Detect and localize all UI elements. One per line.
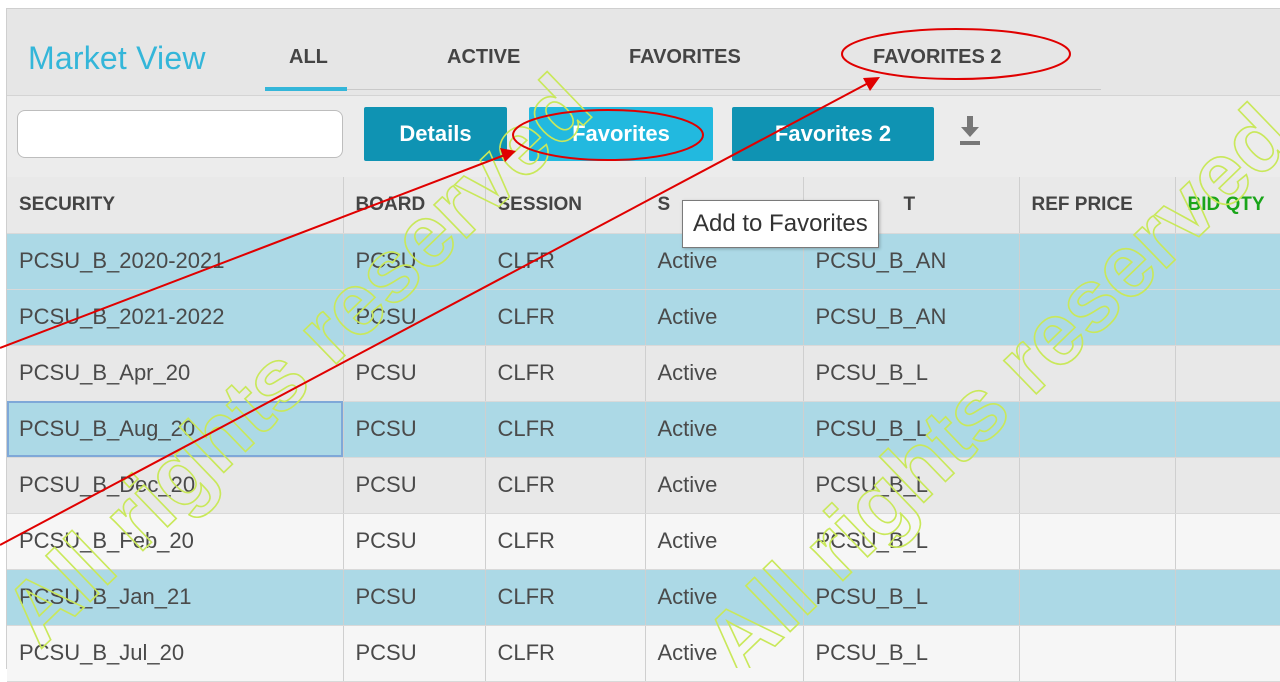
cell-board[interactable]: PCSU <box>343 457 486 514</box>
cell-session[interactable]: CLFR <box>485 569 646 626</box>
table-row[interactable]: PCSU_B_2021-2022 PCSU CLFR Active PCSU_B… <box>7 289 1280 346</box>
download-icon[interactable] <box>958 114 982 148</box>
column-header-ref-price[interactable]: REF PRICE <box>1019 177 1176 234</box>
column-header-bid-qty[interactable]: BID QTY <box>1175 177 1280 234</box>
cell-board[interactable]: PCSU <box>343 625 486 682</box>
cell-board[interactable]: PCSU <box>343 345 486 402</box>
active-tab-indicator <box>265 87 347 91</box>
cell-product[interactable]: PCSU_B_L <box>803 569 1020 626</box>
cell-security[interactable]: PCSU_B_Feb_20 <box>7 513 344 570</box>
cell-status[interactable]: Active <box>645 625 804 682</box>
cell-ref-price[interactable] <box>1019 569 1176 626</box>
cell-security[interactable]: PCSU_B_2020-2021 <box>7 233 344 290</box>
cell-ref-price[interactable] <box>1019 625 1176 682</box>
cell-ref-price[interactable] <box>1019 401 1176 458</box>
page-title: Market View <box>28 40 206 76</box>
cell-product[interactable]: PCSU_B_L <box>803 513 1020 570</box>
cell-session[interactable]: CLFR <box>485 513 646 570</box>
cell-board[interactable]: PCSU <box>343 513 486 570</box>
table-header-row: SECURITY BOARD SESSION S T REF PRICE BID… <box>7 177 1280 234</box>
cell-product[interactable]: PCSU_B_L <box>803 625 1020 682</box>
cell-ref-price[interactable] <box>1019 345 1176 402</box>
cell-bid-qty[interactable] <box>1175 569 1280 626</box>
column-header-security[interactable]: SECURITY <box>7 177 344 234</box>
cell-session[interactable]: CLFR <box>485 345 646 402</box>
details-button[interactable]: Details <box>364 107 507 161</box>
cell-bid-qty[interactable] <box>1175 513 1280 570</box>
cell-status[interactable]: Active <box>645 569 804 626</box>
cell-bid-qty[interactable] <box>1175 625 1280 682</box>
favorites-button[interactable]: Favorites <box>529 107 713 161</box>
cell-board[interactable]: PCSU <box>343 289 486 346</box>
cell-security[interactable]: PCSU_B_2021-2022 <box>7 289 344 346</box>
table-row[interactable]: PCSU_B_Jan_21 PCSU CLFR Active PCSU_B_L <box>7 569 1280 626</box>
cell-ref-price[interactable] <box>1019 513 1176 570</box>
cell-session[interactable]: CLFR <box>485 625 646 682</box>
cell-session[interactable]: CLFR <box>485 457 646 514</box>
cell-ref-price[interactable] <box>1019 289 1176 346</box>
cell-product[interactable]: PCSU_B_L <box>803 457 1020 514</box>
cell-status[interactable]: Active <box>645 289 804 346</box>
market-view-panel: Market View ALL ACTIVE FAVORITES FAVORIT… <box>6 8 1280 682</box>
tab-favorites[interactable]: FAVORITES <box>629 46 741 69</box>
cell-security[interactable]: PCSU_B_Dec_20 <box>7 457 344 514</box>
cell-product[interactable]: PCSU_B_L <box>803 401 1020 458</box>
tab-all[interactable]: ALL <box>289 46 328 69</box>
cell-bid-qty[interactable] <box>1175 289 1280 346</box>
add-to-favorites-tooltip: Add to Favorites <box>682 200 879 248</box>
cell-bid-qty[interactable] <box>1175 233 1280 290</box>
cell-ref-price[interactable] <box>1019 233 1176 290</box>
cell-board[interactable]: PCSU <box>343 233 486 290</box>
table-row[interactable]: PCSU_B_Dec_20 PCSU CLFR Active PCSU_B_L <box>7 457 1280 514</box>
cell-bid-qty[interactable] <box>1175 401 1280 458</box>
cell-board[interactable]: PCSU <box>343 401 486 458</box>
header-bar: Market View ALL ACTIVE FAVORITES FAVORIT… <box>7 9 1280 95</box>
cell-product[interactable]: PCSU_B_AN <box>803 289 1020 346</box>
cell-status[interactable]: Active <box>645 345 804 402</box>
tab-active[interactable]: ACTIVE <box>447 46 520 69</box>
cell-session[interactable]: CLFR <box>485 233 646 290</box>
cell-board[interactable]: PCSU <box>343 569 486 626</box>
cell-security[interactable]: PCSU_B_Jan_21 <box>7 569 344 626</box>
cell-security[interactable]: PCSU_B_Jul_20 <box>7 625 344 682</box>
table-row[interactable]: PCSU_B_Jul_20 PCSU CLFR Active PCSU_B_L <box>7 625 1280 682</box>
search-input[interactable] <box>17 110 343 158</box>
cell-status[interactable]: Active <box>645 457 804 514</box>
table-row[interactable]: PCSU_B_Aug_20 PCSU CLFR Active PCSU_B_L <box>7 401 1280 458</box>
cell-product[interactable]: PCSU_B_L <box>803 345 1020 402</box>
table-row[interactable]: PCSU_B_Apr_20 PCSU CLFR Active PCSU_B_L <box>7 345 1280 402</box>
cell-bid-qty[interactable] <box>1175 345 1280 402</box>
cell-ref-price[interactable] <box>1019 457 1176 514</box>
cell-security[interactable]: PCSU_B_Aug_20 <box>7 401 344 458</box>
cell-session[interactable]: CLFR <box>485 289 646 346</box>
cell-security[interactable]: PCSU_B_Apr_20 <box>7 345 344 402</box>
table-row[interactable]: PCSU_B_Feb_20 PCSU CLFR Active PCSU_B_L <box>7 513 1280 570</box>
securities-table: SECURITY BOARD SESSION S T REF PRICE BID… <box>7 177 1280 682</box>
column-header-session[interactable]: SESSION <box>485 177 646 234</box>
favorites-2-button[interactable]: Favorites 2 <box>732 107 934 161</box>
cell-bid-qty[interactable] <box>1175 457 1280 514</box>
tabs-divider <box>265 89 1101 90</box>
tab-favorites-2[interactable]: FAVORITES 2 <box>873 46 1002 69</box>
table-row[interactable]: PCSU_B_2020-2021 PCSU CLFR Active PCSU_B… <box>7 233 1280 290</box>
cell-status[interactable]: Active <box>645 401 804 458</box>
column-header-board[interactable]: BOARD <box>343 177 486 234</box>
cell-status[interactable]: Active <box>645 513 804 570</box>
cell-session[interactable]: CLFR <box>485 401 646 458</box>
